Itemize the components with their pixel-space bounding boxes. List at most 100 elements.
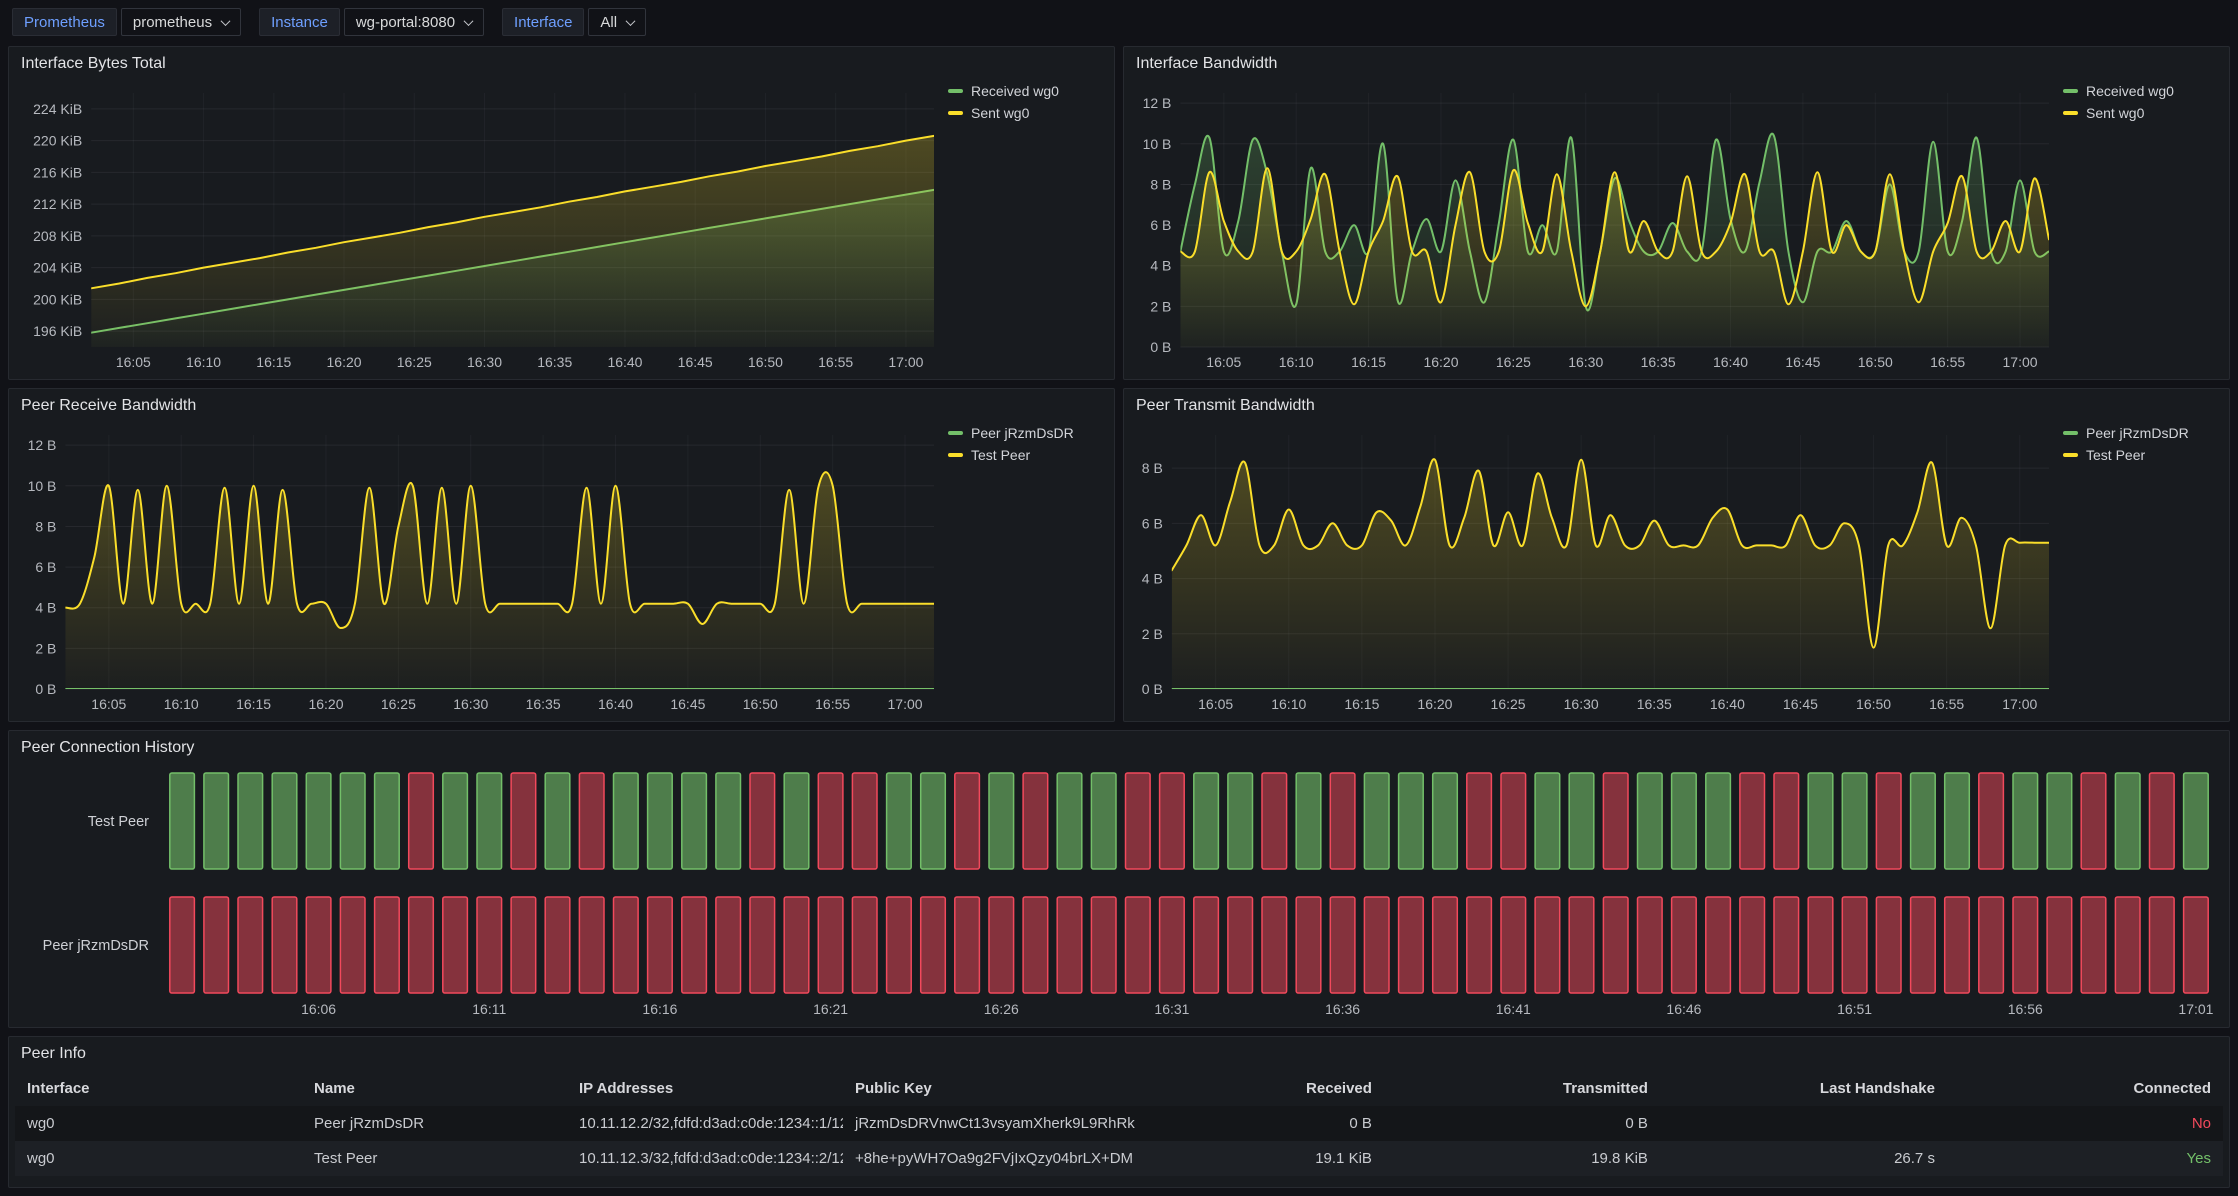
status-bar-down[interactable] [750,897,775,993]
status-bar-up[interactable] [306,773,331,869]
status-bar-down[interactable] [1638,897,1663,993]
status-bar-down[interactable] [579,897,604,993]
column-header-connected[interactable]: Connected [1947,1071,2223,1106]
status-bar-up[interactable] [1433,773,1458,869]
status-bar-down[interactable] [1706,897,1731,993]
column-header-received[interactable]: Received [1196,1071,1384,1106]
legend-item-received-wg0[interactable]: Received wg0 [2063,83,2217,99]
status-bar-up[interactable] [2047,773,2072,869]
panel-title-interface-bandwidth[interactable]: Interface Bandwidth [1124,47,2229,81]
status-bar-up[interactable] [170,773,195,869]
status-bar-down[interactable] [1535,897,1560,993]
status-bar-up[interactable] [1569,773,1594,869]
status-bar-down[interactable] [955,897,980,993]
status-bar-up[interactable] [1638,773,1663,869]
status-bar-down[interactable] [852,897,877,993]
var-instance-select[interactable]: wg-portal:8080 [344,8,484,36]
status-bar-down[interactable] [2081,773,2106,869]
status-bar-down[interactable] [1330,773,1355,869]
interface-bandwidth-chart[interactable]: 16:0516:1016:1516:2016:2516:3016:3516:40… [1130,81,2055,375]
status-bar-up[interactable] [1945,773,1970,869]
status-bar-up[interactable] [2013,773,2038,869]
status-bar-down[interactable] [238,897,263,993]
panel-title-peer-info[interactable]: Peer Info [9,1037,2229,1071]
panel-title-peer-transmit-bandwidth[interactable]: Peer Transmit Bandwidth [1124,389,2229,423]
status-bar-down[interactable] [1945,897,1970,993]
status-bar-down[interactable] [1774,773,1799,869]
status-bar-down[interactable] [1296,897,1321,993]
status-bar-down[interactable] [716,897,741,993]
status-bar-down[interactable] [1399,897,1424,993]
status-bar-up[interactable] [784,773,809,869]
status-bar-up[interactable] [443,773,468,869]
status-bar-down[interactable] [1501,773,1526,869]
legend-item-sent-wg0[interactable]: Sent wg0 [2063,105,2217,121]
peer-receive-bandwidth-chart[interactable]: 16:0516:1016:1516:2016:2516:3016:3516:40… [15,423,940,717]
status-bar-down[interactable] [272,897,297,993]
status-bar-down[interactable] [750,773,775,869]
status-bar-down[interactable] [2150,773,2175,869]
status-bar-down[interactable] [1842,897,1867,993]
status-bar-down[interactable] [1160,773,1185,869]
status-bar-down[interactable] [1023,897,1048,993]
status-bar-up[interactable] [1057,773,1082,869]
status-bar-down[interactable] [818,897,843,993]
panel-title-peer-receive-bandwidth[interactable]: Peer Receive Bandwidth [9,389,1114,423]
status-bar-up[interactable] [238,773,263,869]
legend-item-sent-wg0[interactable]: Sent wg0 [948,105,1102,121]
status-bar-down[interactable] [1672,897,1697,993]
status-bar-down[interactable] [1126,773,1151,869]
status-bar-down[interactable] [2150,897,2175,993]
status-bar-up[interactable] [989,773,1014,869]
status-bar-down[interactable] [1467,897,1492,993]
status-bar-down[interactable] [1501,897,1526,993]
status-bar-down[interactable] [2047,897,2072,993]
peer-connection-history-chart[interactable]: Test PeerPeer jRzmDsDR16:0616:1116:1616:… [15,765,2223,1023]
status-bar-down[interactable] [1091,897,1116,993]
status-bar-up[interactable] [340,773,365,869]
var-prometheus-select[interactable]: prometheus [121,8,241,36]
panel-title-interface-bytes-total[interactable]: Interface Bytes Total [9,47,1114,81]
status-bar-down[interactable] [1774,897,1799,993]
status-bar-down[interactable] [477,897,502,993]
legend-item-received-wg0[interactable]: Received wg0 [948,83,1102,99]
status-bar-down[interactable] [443,897,468,993]
status-bar-down[interactable] [852,773,877,869]
legend-item-peer-jrzmdsdr[interactable]: Peer jRzmDsDR [948,425,1102,441]
status-bar-down[interactable] [511,773,536,869]
status-bar-down[interactable] [2184,897,2209,993]
status-bar-down[interactable] [1740,897,1765,993]
status-bar-down[interactable] [1569,897,1594,993]
status-bar-up[interactable] [1706,773,1731,869]
status-bar-up[interactable] [2184,773,2209,869]
status-bar-down[interactable] [204,897,229,993]
status-bar-down[interactable] [1262,773,1287,869]
status-bar-down[interactable] [306,897,331,993]
status-bar-down[interactable] [1364,897,1389,993]
status-bar-down[interactable] [1603,773,1628,869]
interface-bytes-total-chart[interactable]: 16:0516:1016:1516:2016:2516:3016:3516:40… [15,81,940,375]
status-bar-down[interactable] [579,773,604,869]
peer-transmit-bandwidth-chart[interactable]: 16:0516:1016:1516:2016:2516:3016:3516:40… [1130,423,2055,717]
status-bar-down[interactable] [1979,773,2004,869]
status-bar-down[interactable] [1467,773,1492,869]
status-bar-up[interactable] [682,773,707,869]
status-bar-down[interactable] [784,897,809,993]
status-bar-up[interactable] [1535,773,1560,869]
status-bar-up[interactable] [1808,773,1833,869]
status-bar-up[interactable] [614,773,639,869]
status-bar-down[interactable] [1740,773,1765,869]
status-bar-down[interactable] [511,897,536,993]
status-bar-up[interactable] [921,773,946,869]
column-header-transmitted[interactable]: Transmitted [1384,1071,1660,1106]
status-bar-down[interactable] [1876,773,1901,869]
status-bar-up[interactable] [2115,773,2140,869]
column-header-interface[interactable]: Interface [15,1071,302,1106]
status-bar-down[interactable] [921,897,946,993]
status-bar-down[interactable] [2115,897,2140,993]
status-bar-down[interactable] [1876,897,1901,993]
legend-item-test-peer[interactable]: Test Peer [948,447,1102,463]
status-bar-up[interactable] [545,773,570,869]
column-header-ip-addresses[interactable]: IP Addresses [567,1071,843,1106]
status-bar-down[interactable] [340,897,365,993]
